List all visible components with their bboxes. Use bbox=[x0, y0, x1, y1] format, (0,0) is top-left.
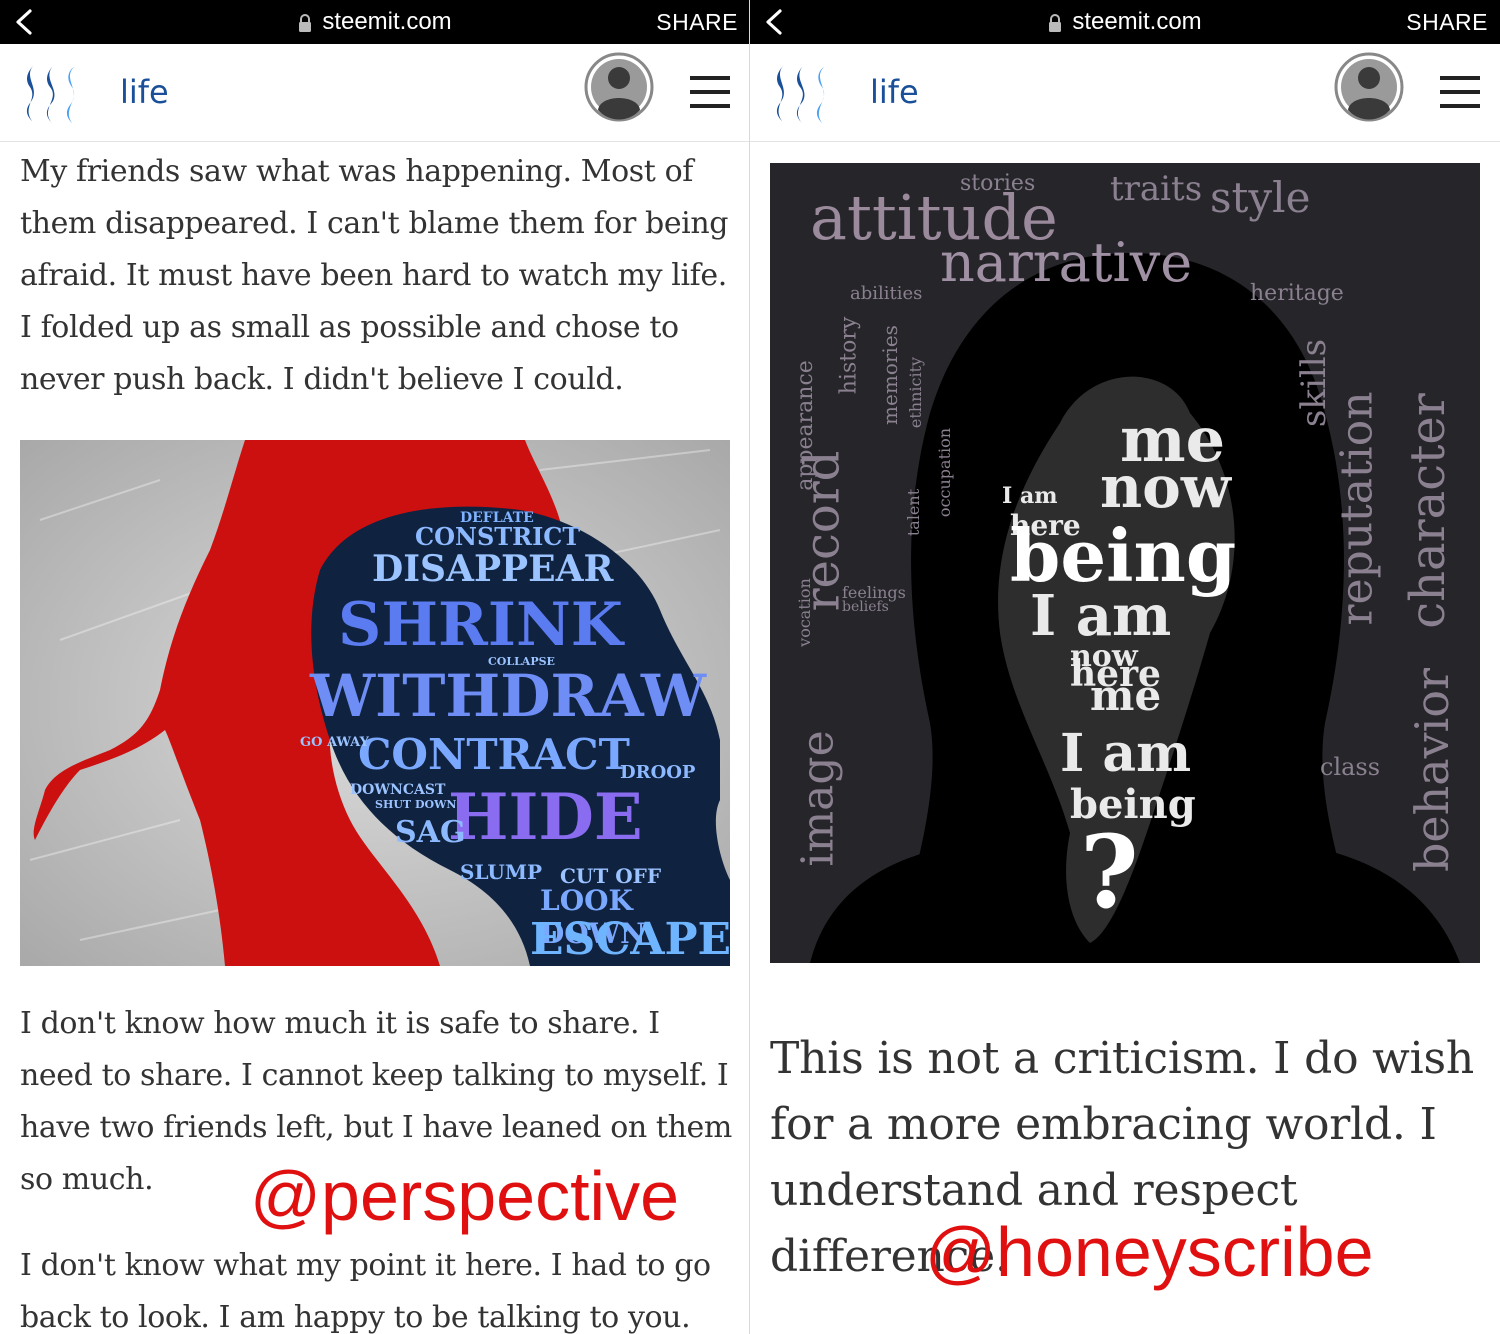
image-word: memories bbox=[877, 325, 902, 425]
article-image: DEFLATE CONSTRICT DISAPPEAR SHRINK WITHD… bbox=[20, 440, 730, 966]
image-word: traits bbox=[1110, 169, 1203, 209]
image-word: I am bbox=[1060, 723, 1192, 784]
url-text: steemit.com bbox=[1072, 8, 1202, 35]
browser-bar: steemit.com SHARE bbox=[0, 0, 750, 44]
image-word: skills bbox=[1294, 338, 1335, 428]
image-word: CONTRACT bbox=[358, 730, 630, 779]
image-word: image bbox=[792, 730, 844, 867]
site-header: life bbox=[0, 44, 750, 142]
image-word: GO AWAY bbox=[300, 735, 369, 750]
left-screenshot: steemit.com SHARE life My friends saw wh… bbox=[0, 0, 750, 1334]
image-word: now bbox=[1100, 453, 1231, 521]
image-word: me bbox=[1090, 671, 1162, 720]
image-word: heritage bbox=[1250, 281, 1344, 306]
image-word: stories bbox=[960, 171, 1036, 196]
image-word: history bbox=[836, 316, 862, 395]
image-word: style bbox=[1210, 173, 1311, 222]
steemit-logo-icon[interactable] bbox=[20, 59, 86, 125]
user-avatar-icon[interactable] bbox=[584, 52, 654, 122]
lock-icon bbox=[1049, 14, 1062, 32]
address-bar[interactable]: steemit.com bbox=[750, 8, 1500, 36]
image-word: behavior bbox=[1405, 667, 1460, 873]
browser-bar: steemit.com SHARE bbox=[750, 0, 1500, 44]
share-button[interactable]: SHARE bbox=[1406, 8, 1488, 36]
hamburger-menu-icon[interactable] bbox=[1440, 74, 1480, 110]
article-paragraph: My friends saw what was happening. Most … bbox=[20, 154, 729, 397]
steemit-logo-icon[interactable] bbox=[770, 59, 836, 125]
image-word: SHRINK bbox=[338, 590, 623, 660]
image-word: talent bbox=[904, 488, 924, 537]
author-watermark: @honeyscribe bbox=[925, 1213, 1374, 1291]
image-word: appearance bbox=[792, 360, 818, 491]
user-avatar-icon[interactable] bbox=[1334, 52, 1404, 122]
address-bar[interactable]: steemit.com bbox=[0, 8, 750, 36]
image-word: DISAPPEAR bbox=[372, 548, 614, 590]
image-word: ? bbox=[1080, 813, 1139, 931]
article-paragraph: I don't know what my point it here. I ha… bbox=[20, 1248, 711, 1334]
image-word: SAG bbox=[395, 815, 466, 850]
image-word: reputation bbox=[1331, 391, 1383, 626]
image-word: DROOP bbox=[620, 762, 696, 783]
image-word: SHUT DOWN bbox=[375, 798, 457, 811]
image-word: abilities bbox=[850, 283, 923, 304]
image-word: DOWNCAST bbox=[350, 782, 446, 798]
image-word: HIDE bbox=[448, 780, 643, 855]
image-word: character bbox=[1399, 393, 1456, 629]
image-word: WITHDRAW bbox=[310, 662, 706, 730]
author-watermark: @perspective bbox=[250, 1157, 680, 1235]
image-word: vocation bbox=[794, 578, 814, 647]
hamburger-menu-icon[interactable] bbox=[690, 74, 730, 110]
category-link[interactable]: life bbox=[120, 73, 169, 111]
right-screenshot: steemit.com SHARE life attitude stories … bbox=[750, 0, 1500, 1334]
image-word: beliefs bbox=[842, 599, 889, 615]
image-word: narrative bbox=[940, 231, 1193, 294]
site-header: life bbox=[750, 44, 1500, 142]
lock-icon bbox=[299, 14, 312, 32]
url-text: steemit.com bbox=[322, 8, 452, 35]
category-link[interactable]: life bbox=[870, 73, 919, 111]
article-image: attitude stories traits style narrative … bbox=[770, 163, 1480, 963]
image-word: class bbox=[1320, 753, 1381, 781]
image-word: SLUMP bbox=[460, 860, 543, 884]
image-word: I am bbox=[1002, 483, 1058, 509]
image-word: ESCAPE bbox=[530, 914, 730, 965]
image-word: COLLAPSE bbox=[488, 655, 555, 668]
image-word: CONSTRICT bbox=[415, 522, 581, 551]
image-word: ethnicity bbox=[906, 356, 926, 429]
share-button[interactable]: SHARE bbox=[656, 8, 738, 36]
image-word: occupation bbox=[935, 427, 955, 518]
